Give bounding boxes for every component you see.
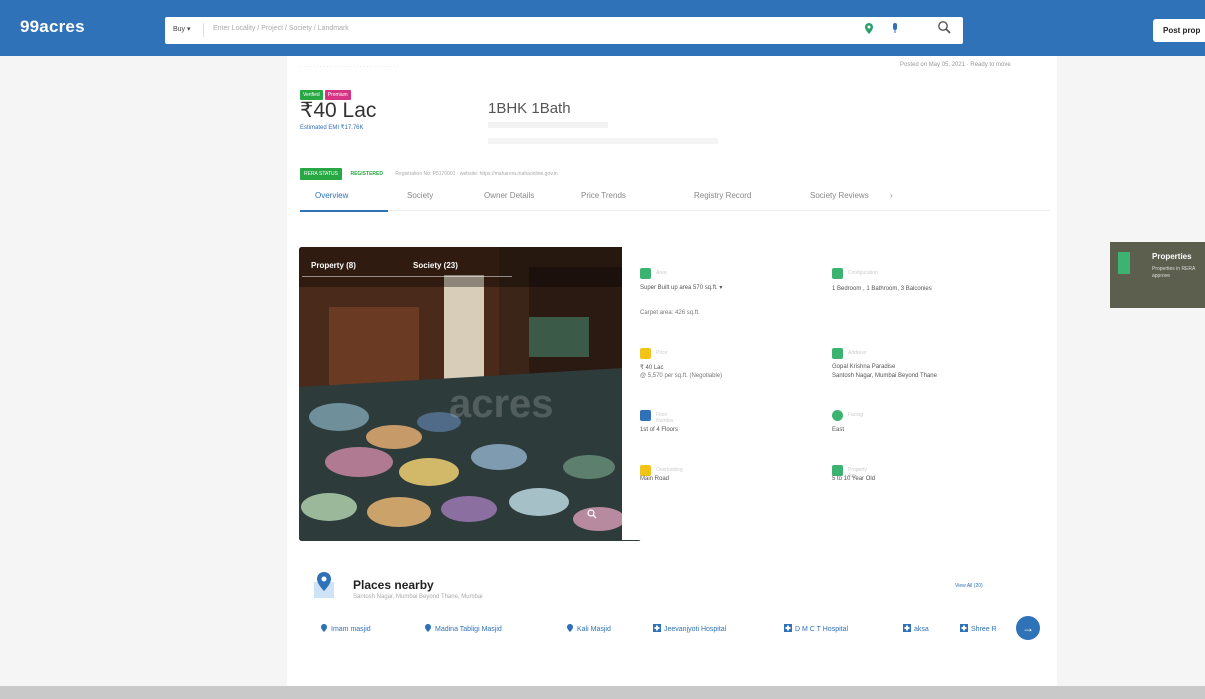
hospital-icon <box>653 624 661 632</box>
area-icon <box>640 268 651 279</box>
places-title: Places nearby <box>353 578 434 592</box>
listing-price: ₹40 Lac <box>300 99 377 122</box>
banner-title: Properties <box>1152 252 1192 261</box>
detail-label: Area <box>656 270 667 276</box>
overlooking-icon <box>640 465 651 476</box>
detail-label: Address <box>848 350 867 356</box>
logo[interactable]: 99acres <box>20 17 85 37</box>
detail-label: Price <box>656 350 668 356</box>
tab-overview[interactable]: Overview <box>315 191 348 200</box>
place-chip[interactable]: Shree R <box>960 624 997 633</box>
banner-subtitle: Properties in RERA approve <box>1152 266 1196 279</box>
place-chip[interactable]: Madina Tabligi Masjid <box>424 624 502 633</box>
place-name: Imam masjid <box>331 626 371 633</box>
detail-value: East <box>832 427 845 433</box>
bookmark-icon <box>1118 252 1130 274</box>
property-photo[interactable]: acres Property (8) Society (23) <box>299 247 641 541</box>
hospital-icon <box>784 624 792 632</box>
detail-value[interactable]: Super Built up area 570 sq.ft. ▾ <box>640 284 722 291</box>
room-photo: acres <box>299 247 641 541</box>
tab-registry-record[interactable]: Registry Record <box>694 191 751 200</box>
search-input[interactable]: Enter Locality / Project / Society / Lan… <box>213 25 349 32</box>
rera-info: RERA STATUS REGISTERED Registration No: … <box>300 165 558 180</box>
view-all-link[interactable]: View All (20) <box>955 583 983 589</box>
post-property-button[interactable]: Post prop <box>1153 19 1205 42</box>
rera-side-banner[interactable]: Properties Properties in RERA approve <box>1110 242 1205 308</box>
detail-value: 5 to 10 Year Old <box>832 476 876 482</box>
detail-value-secondary: Santosh Nagar, Mumbai Beyond Thane <box>832 373 937 379</box>
detail-value-secondary: @ 5,570 per sq.ft. (Negotiable) <box>640 373 723 379</box>
listing-location <box>488 138 718 144</box>
detail-value: ₹ 40 Lac <box>640 365 664 371</box>
posted-date: Posted on May 05, 2021 · Ready to move <box>900 62 1011 68</box>
place-chip[interactable]: aksa <box>903 624 929 633</box>
gallery-tab-divider <box>302 276 512 277</box>
address-icon <box>832 348 843 359</box>
listing-subtitle <box>488 122 608 128</box>
place-name: aksa <box>914 626 929 633</box>
pin-icon <box>425 624 431 632</box>
property-details: Area Super Built up area 570 sq.ft. ▾ Ca… <box>622 240 1012 540</box>
place-name: Shree R <box>971 626 997 633</box>
search-icon[interactable] <box>937 20 955 38</box>
place-name: D M C T Hospital <box>795 626 849 633</box>
page: 99acres Buy ▾ Enter Locality / Project /… <box>0 0 1205 699</box>
microphone-icon[interactable] <box>891 23 901 37</box>
detail-value: Main Road <box>640 476 670 482</box>
pin-icon <box>567 624 573 632</box>
rera-registered: REGISTERED <box>350 170 383 177</box>
places-subtitle: Santosh Nagar, Mumbai Beyond Thane, Mumb… <box>353 594 483 600</box>
listing-configuration: 1BHK 1Bath <box>488 100 571 117</box>
location-icon[interactable] <box>865 23 875 37</box>
place-name: Jeevanjyoti Hospital <box>664 626 727 633</box>
tab-society[interactable]: Society <box>407 191 433 200</box>
detail-label: Configuration <box>848 270 878 276</box>
tab-society-photos[interactable]: Society (23) <box>413 261 458 270</box>
property-age-icon <box>832 465 843 476</box>
pin-icon <box>321 624 327 632</box>
place-chip[interactable]: Imam masjid <box>320 624 371 633</box>
tab-society-reviews[interactable]: Society Reviews <box>810 191 869 200</box>
bottom-edge <box>0 686 1205 699</box>
detail-label: Overlooking <box>656 467 683 473</box>
top-bar: 99acres Buy ▾ Enter Locality / Project /… <box>0 0 1205 56</box>
detail-value: 1 Bedroom , 1 Bathroom, 3 Balconies <box>832 286 932 292</box>
map-pin-icon <box>314 572 334 598</box>
next-arrow-button[interactable]: → <box>1016 616 1040 640</box>
detail-label: Facing <box>848 412 864 418</box>
watermark: acres <box>449 382 554 426</box>
floor-icon <box>640 410 651 421</box>
divider <box>203 23 204 37</box>
tab-property-photos[interactable]: Property (8) <box>311 261 356 270</box>
place-chip[interactable]: Jeevanjyoti Hospital <box>653 624 726 633</box>
detail-value: 1st of 4 Floors <box>640 427 679 433</box>
configuration-icon <box>832 268 843 279</box>
detail-value: Gopal Krishna Paradise <box>832 364 896 370</box>
tab-price-trends[interactable]: Price Trends <box>581 191 626 200</box>
buy-dropdown[interactable]: Buy ▾ <box>173 25 191 33</box>
rera-number: Registration No: P5170001 · website: htt… <box>395 170 558 177</box>
place-name: Kali Masjid <box>577 626 611 633</box>
hospital-icon <box>960 624 968 632</box>
place-name: Madina Tabligi Masjid <box>435 626 502 633</box>
place-chip[interactable]: D M C T Hospital <box>784 624 848 633</box>
section-tabs: Overview Society Owner Details Price Tre… <box>300 185 1050 211</box>
detail-value-secondary: Carpet area: 426 sq.ft. <box>640 310 700 316</box>
breadcrumb[interactable]: . . . . . . . . . . . . . . . . . . . . … <box>300 63 398 69</box>
price-icon <box>640 348 651 359</box>
detail-label: Floor Number <box>656 412 674 424</box>
place-chip[interactable]: Kali Masjid <box>566 624 611 633</box>
search-bar: Buy ▾ Enter Locality / Project / Society… <box>165 17 963 44</box>
rera-status-badge[interactable]: RERA STATUS <box>300 167 342 180</box>
facing-icon <box>832 410 843 421</box>
hospital-icon <box>903 624 911 632</box>
emi-link[interactable]: Estimated EMI ₹17.76K <box>300 124 364 131</box>
tabs-next-arrow[interactable]: › <box>890 191 893 200</box>
tab-owner-details[interactable]: Owner Details <box>484 191 534 200</box>
active-tab-indicator <box>300 210 388 212</box>
